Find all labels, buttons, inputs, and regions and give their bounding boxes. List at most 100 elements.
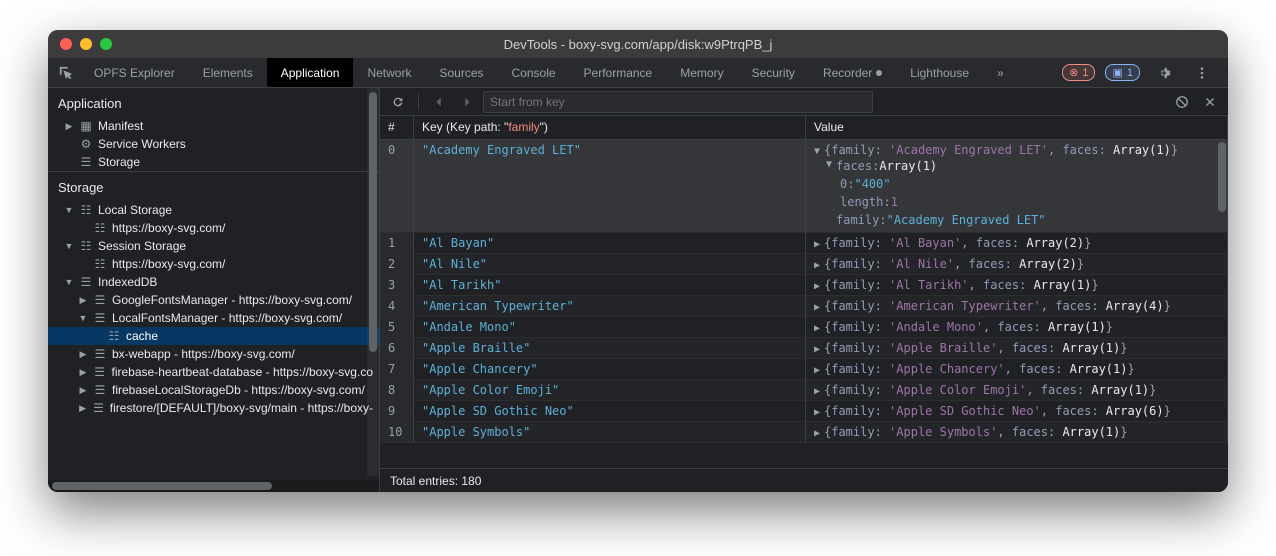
grid-header: # Key (Key path: "family") Value — [380, 116, 1228, 140]
tab-console[interactable]: Console — [498, 58, 570, 87]
tree-db-bxwebapp[interactable]: ▶☰bx-webapp - https://boxy-svg.com/ — [48, 345, 379, 363]
next-page-button[interactable] — [455, 90, 479, 114]
tree-service-workers[interactable]: ⚙Service Workers — [48, 135, 379, 153]
tab-application[interactable]: Application — [267, 58, 354, 87]
tab-elements[interactable]: Elements — [189, 58, 267, 87]
indexeddb-icon: ☰ — [78, 275, 94, 289]
delete-selected-button[interactable] — [1198, 90, 1222, 114]
info-badge[interactable]: ▣1 — [1105, 64, 1140, 81]
total-entries: Total entries: 180 — [390, 474, 481, 488]
database-icon: ☰ — [92, 347, 108, 361]
row-key: "Academy Engraved LET" — [414, 140, 806, 232]
row-key: "Apple Symbols" — [414, 422, 806, 442]
row-key: "Al Tarikh" — [414, 275, 806, 295]
origin-icon: ☷ — [92, 257, 108, 271]
table-row[interactable]: 5"Andale Mono"▶{family: 'Andale Mono', f… — [380, 317, 1228, 338]
tree-db-googlefonts[interactable]: ▶☰GoogleFontsManager - https://boxy-svg.… — [48, 291, 379, 309]
inspect-icon[interactable] — [52, 66, 80, 80]
tab-memory[interactable]: Memory — [666, 58, 737, 87]
table-row[interactable]: 4"American Typewriter"▶{family: 'America… — [380, 296, 1228, 317]
row-key: "Apple Chancery" — [414, 359, 806, 379]
row-key: "Al Nile" — [414, 254, 806, 274]
tab-sources[interactable]: Sources — [425, 58, 497, 87]
tree-db-firebase-localstorage[interactable]: ▶☰firebaseLocalStorageDb - https://boxy-… — [48, 381, 379, 399]
tree-db-firebase-heartbeat[interactable]: ▶☰firebase-heartbeat-database - https://… — [48, 363, 379, 381]
start-key-input[interactable] — [483, 91, 873, 113]
sidebar-horizontal-scrollbar[interactable] — [48, 480, 379, 492]
row-index: 3 — [380, 275, 414, 295]
settings-icon[interactable] — [1150, 66, 1178, 80]
tab-recorder[interactable]: Recorder — [809, 58, 896, 87]
row-value: ▶{family: 'Al Bayan', faces: Array(2)} — [806, 233, 1228, 253]
more-tabs-button[interactable]: » — [983, 58, 1018, 87]
table-row[interactable]: 9"Apple SD Gothic Neo"▶{family: 'Apple S… — [380, 401, 1228, 422]
row-value: ▶{family: 'Apple Symbols', faces: Array(… — [806, 422, 1228, 442]
application-sidebar: Application ▶▦Manifest ⚙Service Workers … — [48, 88, 380, 492]
database-icon: ☰ — [92, 293, 108, 307]
sidebar-vertical-scrollbar[interactable] — [367, 88, 379, 476]
window-title: DevTools - boxy-svg.com/app/disk:w9PtrqP… — [48, 37, 1228, 52]
tree-db-localfonts[interactable]: ▼☰LocalFontsManager - https://boxy-svg.c… — [48, 309, 379, 327]
tab-lighthouse[interactable]: Lighthouse — [896, 58, 983, 87]
tab-opfs-explorer[interactable]: OPFS Explorer — [80, 58, 189, 87]
row-value: ▶{family: 'Al Nile', faces: Array(2)} — [806, 254, 1228, 274]
indexeddb-panel: # Key (Key path: "family") Value 0"Acade… — [380, 88, 1228, 492]
clear-store-button[interactable] — [1170, 90, 1194, 114]
row-value: ▶{family: 'Al Tarikh', faces: Array(1)} — [806, 275, 1228, 295]
tab-network[interactable]: Network — [353, 58, 425, 87]
col-value[interactable]: Value — [806, 116, 1228, 139]
refresh-button[interactable] — [386, 90, 410, 114]
tree-db-firestore[interactable]: ▶☰firestore/[DEFAULT]/boxy-svg/main - ht… — [48, 399, 379, 417]
table-row[interactable]: 8"Apple Color Emoji"▶{family: 'Apple Col… — [380, 380, 1228, 401]
tree-manifest[interactable]: ▶▦Manifest — [48, 117, 379, 135]
tree-indexeddb[interactable]: ▼☰IndexedDB — [48, 273, 379, 291]
col-index[interactable]: # — [380, 116, 414, 139]
section-application: Application — [48, 88, 379, 117]
table-row[interactable]: 10"Apple Symbols"▶{family: 'Apple Symbol… — [380, 422, 1228, 443]
devtools-window: DevTools - boxy-svg.com/app/disk:w9PtrqP… — [48, 30, 1228, 492]
manifest-icon: ▦ — [78, 119, 94, 133]
row-key: "Al Bayan" — [414, 233, 806, 253]
tab-performance[interactable]: Performance — [570, 58, 667, 87]
col-key[interactable]: Key (Key path: "family") — [414, 116, 806, 139]
tree-local-storage[interactable]: ▼☷Local Storage — [48, 201, 379, 219]
table-row[interactable]: 1"Al Bayan"▶{family: 'Al Bayan', faces: … — [380, 233, 1228, 254]
row-value: ▶{family: 'Apple Color Emoji', faces: Ar… — [806, 380, 1228, 400]
section-storage: Storage — [48, 171, 379, 201]
tree-session-storage-origin[interactable]: ☷https://boxy-svg.com/ — [48, 255, 379, 273]
row-index: 10 — [380, 422, 414, 442]
local-storage-icon: ☷ — [78, 203, 94, 217]
row-key: "Apple SD Gothic Neo" — [414, 401, 806, 421]
tree-storage-summary[interactable]: ☰Storage — [48, 153, 379, 171]
table-row[interactable]: 2"Al Nile"▶{family: 'Al Nile', faces: Ar… — [380, 254, 1228, 275]
database-icon: ☰ — [91, 401, 106, 415]
titlebar: DevTools - boxy-svg.com/app/disk:w9PtrqP… — [48, 30, 1228, 58]
database-icon: ☰ — [92, 383, 108, 397]
session-storage-icon: ☷ — [78, 239, 94, 253]
tab-security[interactable]: Security — [738, 58, 809, 87]
row-key: "Apple Color Emoji" — [414, 380, 806, 400]
row-index: 2 — [380, 254, 414, 274]
prev-page-button[interactable] — [427, 90, 451, 114]
gear-icon: ⚙ — [78, 137, 94, 151]
idb-toolbar — [380, 88, 1228, 116]
grid-footer: Total entries: 180 — [380, 468, 1228, 492]
origin-icon: ☷ — [92, 221, 108, 235]
row-value: ▼{family: 'Academy Engraved LET', faces:… — [806, 140, 1228, 232]
database-icon: ☰ — [92, 311, 108, 325]
table-row[interactable]: 0"Academy Engraved LET"▼{family: 'Academ… — [380, 140, 1228, 233]
table-icon: ☷ — [106, 329, 122, 343]
row-index: 8 — [380, 380, 414, 400]
table-row[interactable]: 3"Al Tarikh"▶{family: 'Al Tarikh', faces… — [380, 275, 1228, 296]
tree-objectstore-cache[interactable]: ☷cache — [48, 327, 379, 345]
table-row[interactable]: 7"Apple Chancery"▶{family: 'Apple Chance… — [380, 359, 1228, 380]
data-grid: 0"Academy Engraved LET"▼{family: 'Academ… — [380, 140, 1228, 468]
error-badge[interactable]: ⊗1 — [1062, 64, 1095, 81]
tree-local-storage-origin[interactable]: ☷https://boxy-svg.com/ — [48, 219, 379, 237]
more-icon[interactable] — [1188, 66, 1216, 80]
grid-vertical-scrollbar[interactable] — [1216, 140, 1228, 468]
tree-session-storage[interactable]: ▼☷Session Storage — [48, 237, 379, 255]
row-value: ▶{family: 'Apple Braille', faces: Array(… — [806, 338, 1228, 358]
row-index: 0 — [380, 140, 414, 232]
table-row[interactable]: 6"Apple Braille"▶{family: 'Apple Braille… — [380, 338, 1228, 359]
